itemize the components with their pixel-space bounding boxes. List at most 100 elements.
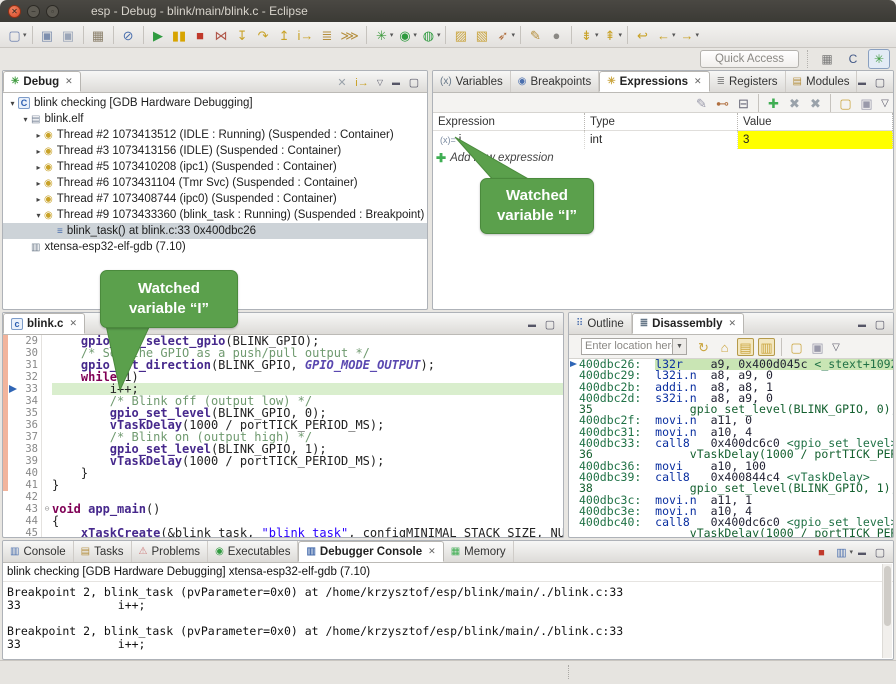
- window-maximize-button[interactable]: ▫: [46, 5, 59, 18]
- disassembly-listing[interactable]: 400dbc26: l32r a9, 0x400d045c <_stext+10…: [569, 359, 893, 538]
- window-close-button[interactable]: ✕: [8, 5, 21, 18]
- disassembly-line[interactable]: vTaskDelay(1000 / portTICK_PERI: [569, 528, 893, 538]
- view-menu-icon[interactable]: ▽: [374, 74, 386, 90]
- fold-collapse-icon[interactable]: ⊖: [41, 503, 52, 515]
- cpp-perspective-icon[interactable]: C: [842, 49, 864, 69]
- forward-icon-dropdown[interactable]: ▾: [696, 31, 700, 39]
- window-minimize-button[interactable]: −: [27, 5, 40, 18]
- editor-line[interactable]: 43⊖void app_main(): [3, 503, 563, 515]
- last-edit-location-icon[interactable]: ↩: [634, 26, 651, 44]
- open-new-view-icon[interactable]: ▢: [837, 94, 854, 112]
- resume-icon[interactable]: ▶: [150, 26, 167, 44]
- tab-registers[interactable]: ≣Registers: [710, 71, 786, 92]
- build-icon[interactable]: ▦: [90, 26, 107, 44]
- tree-expander-icon[interactable]: ▸: [33, 163, 44, 172]
- tree-expander-icon[interactable]: ▸: [33, 195, 44, 204]
- tab-executables[interactable]: ◉Executables: [208, 541, 298, 562]
- search-icon[interactable]: ●: [548, 26, 565, 44]
- open-element-icon[interactable]: ▨: [452, 26, 469, 44]
- tab-problems[interactable]: ⚠Problems: [132, 541, 209, 562]
- tab-disassembly[interactable]: ≣Disassembly✕: [632, 313, 744, 334]
- tab-variables[interactable]: (x)Variables: [433, 71, 511, 92]
- instruction-stepping-mode-icon[interactable]: i→: [354, 74, 370, 90]
- debug-perspective-icon[interactable]: ✳: [868, 49, 890, 69]
- sync-selection-toggle[interactable]: ▥: [758, 338, 775, 356]
- tree-row[interactable]: ▥xtensa-esp32-elf-gdb (7.10): [3, 239, 427, 255]
- remove-all-expressions-icon[interactable]: ✖: [807, 94, 824, 112]
- breakpoint-gutter[interactable]: [8, 491, 19, 503]
- maximize-icon[interactable]: ▢: [872, 316, 888, 332]
- minimize-icon[interactable]: ▬: [856, 316, 868, 332]
- open-perspective-icon[interactable]: ▦: [816, 49, 838, 69]
- instruction-pointer-icon[interactable]: [8, 383, 19, 395]
- step-over-icon[interactable]: ↷: [255, 26, 272, 44]
- column-header-expression[interactable]: Expression: [433, 113, 585, 131]
- debug-icon-dropdown[interactable]: ▾: [390, 31, 394, 39]
- step-return-icon[interactable]: ↥: [276, 26, 293, 44]
- tab-close-icon[interactable]: ✕: [428, 546, 436, 557]
- console-output[interactable]: Breakpoint 2, blink_task (pvParameter=0x…: [3, 582, 893, 655]
- breakpoint-gutter[interactable]: [8, 515, 19, 527]
- tab-close-icon[interactable]: ✕: [694, 76, 702, 87]
- debug-icon[interactable]: ✳: [373, 26, 390, 44]
- drop-to-frame-icon[interactable]: ⋙: [339, 26, 360, 44]
- back-icon[interactable]: ←: [655, 26, 672, 44]
- breakpoint-gutter[interactable]: [8, 335, 19, 347]
- skip-all-breakpoints-icon[interactable]: ⊘: [120, 26, 137, 44]
- tab-console[interactable]: ▥Console: [3, 541, 74, 562]
- pin-view-icon[interactable]: ▣: [809, 338, 826, 356]
- tree-row[interactable]: ▾▤blink.elf: [3, 111, 427, 127]
- tree-expander-icon[interactable]: ▾: [33, 211, 44, 220]
- tab-breakpoints[interactable]: ◉Breakpoints: [511, 71, 599, 92]
- minimize-icon[interactable]: ▬: [526, 316, 538, 332]
- minimize-icon[interactable]: ▬: [390, 74, 402, 90]
- tree-row[interactable]: ▾Cblink checking [GDB Hardware Debugging…: [3, 95, 427, 111]
- tab-outline[interactable]: ⠿Outline: [569, 313, 632, 334]
- maximize-icon[interactable]: ▢: [406, 74, 422, 90]
- new-wizard-icon-dropdown[interactable]: ▾: [23, 31, 27, 39]
- external-launch-icon-dropdown[interactable]: ▾: [511, 31, 515, 39]
- disconnect-icon[interactable]: ⋈: [213, 26, 230, 44]
- tab-expressions[interactable]: ✳Expressions✕: [599, 71, 709, 92]
- tree-row[interactable]: ▸◉Thread #7 1073408744 (ipc0) (Suspended…: [3, 191, 427, 207]
- toggle-mark-occurrences-icon[interactable]: ✎: [527, 26, 544, 44]
- previous-annotation-icon-dropdown[interactable]: ▾: [618, 31, 622, 39]
- previous-annotation-icon[interactable]: ⇞: [601, 26, 618, 44]
- tab-close-icon[interactable]: ✕: [65, 76, 73, 87]
- tree-expander-icon[interactable]: ▸: [33, 179, 44, 188]
- maximize-icon[interactable]: ▢: [872, 544, 888, 560]
- console-scrollbar[interactable]: [882, 564, 892, 658]
- external-launch-icon[interactable]: ➶: [494, 26, 511, 44]
- maximize-icon[interactable]: ▢: [542, 316, 558, 332]
- back-icon-dropdown[interactable]: ▾: [672, 31, 676, 39]
- display-selected-console-icon-dropdown[interactable]: ▾: [849, 548, 853, 556]
- remove-all-terminated-icon[interactable]: ✕: [334, 74, 350, 90]
- tab-close-icon[interactable]: ✕: [69, 318, 77, 329]
- tree-expander-icon[interactable]: ▾: [20, 115, 31, 124]
- instruction-stepping-icon[interactable]: i→: [297, 26, 315, 44]
- external-tools-icon-dropdown[interactable]: ▾: [437, 31, 441, 39]
- tree-expander-icon[interactable]: ▸: [33, 131, 44, 140]
- step-into-icon[interactable]: ↧: [234, 26, 251, 44]
- breakpoint-gutter[interactable]: [8, 419, 19, 431]
- tab-close-icon[interactable]: ✕: [728, 318, 736, 329]
- tree-row[interactable]: ≡blink_task() at blink.c:33 0x400dbc26: [3, 223, 427, 239]
- collapse-all-icon[interactable]: ⊟: [735, 94, 752, 112]
- location-input[interactable]: Enter location here: [581, 338, 673, 355]
- view-menu-icon[interactable]: ▽: [879, 94, 891, 112]
- code-editor[interactable]: 29 gpio_pad_select_gpio(BLINK_GPIO);30 /…: [3, 335, 563, 538]
- breakpoint-gutter[interactable]: [8, 407, 19, 419]
- tab-blink-c[interactable]: cblink.c✕: [3, 313, 85, 334]
- suspend-icon[interactable]: ▮▮: [171, 26, 188, 44]
- tree-row[interactable]: ▸◉Thread #5 1073410208 (ipc1) (Suspended…: [3, 159, 427, 175]
- editor-line[interactable]: 41}: [3, 479, 563, 491]
- tree-expander-icon[interactable]: ▸: [33, 147, 44, 156]
- column-header-type[interactable]: Type: [585, 113, 738, 131]
- breakpoint-gutter[interactable]: [8, 359, 19, 371]
- tree-row[interactable]: ▸◉Thread #3 1073413156 (IDLE) (Suspended…: [3, 143, 427, 159]
- pin-view-icon[interactable]: ▣: [858, 94, 875, 112]
- breakpoint-gutter[interactable]: [8, 527, 19, 538]
- display-selected-console-icon[interactable]: ▥: [833, 544, 849, 560]
- tab-debug[interactable]: ✳Debug✕: [3, 71, 81, 92]
- open-resource-icon[interactable]: ▧: [473, 26, 490, 44]
